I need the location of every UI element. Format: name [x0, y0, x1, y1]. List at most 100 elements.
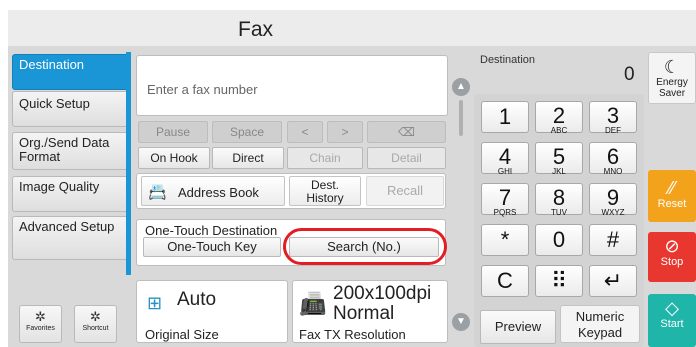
key-letters: MNO: [603, 167, 623, 176]
tab-label: Advanced Setup: [19, 219, 115, 234]
key-clear[interactable]: C: [481, 265, 529, 297]
fax-machine-icon: 📠: [299, 291, 327, 316]
key-digit: *: [500, 227, 510, 252]
start-icon: ◇: [665, 298, 679, 318]
original-size-button[interactable]: ⊞ Auto Original Size: [136, 280, 288, 343]
key-letters: JKL: [552, 167, 566, 176]
key-6[interactable]: 6 MNO: [589, 142, 637, 176]
tab-image-quality[interactable]: Image Quality: [12, 176, 130, 212]
key-2[interactable]: 2 ABC: [535, 101, 583, 135]
key-digit: C: [497, 268, 513, 293]
key-enter[interactable]: ↵: [589, 265, 637, 297]
highlight-ring: [283, 228, 447, 265]
dest-history-button[interactable]: Dest. History: [289, 176, 361, 206]
space-button[interactable]: Space: [212, 121, 282, 143]
shortcut-button[interactable]: ✲ Shortcut: [74, 305, 117, 343]
tab-label: Destination: [19, 57, 85, 72]
key-letters: PQRS: [493, 208, 517, 217]
shortcut-label: Shortcut: [82, 325, 109, 332]
tab-active-indicator: [126, 52, 131, 275]
address-book-icon: 📇: [148, 184, 167, 201]
dest-history-label-1: Dest.: [310, 178, 339, 192]
key-star[interactable]: *: [481, 224, 529, 256]
energy-saver-button[interactable]: ☾ Energy Saver: [648, 52, 696, 104]
key-hash[interactable]: #: [589, 224, 637, 256]
key-digit: 2: [552, 103, 566, 128]
stop-button[interactable]: ⊘ Stop: [648, 232, 696, 282]
key-digit: 0: [552, 227, 566, 252]
numeric-keypad-button[interactable]: Numeric Keypad: [560, 305, 640, 343]
direct-button[interactable]: Direct: [212, 147, 284, 169]
address-book-button[interactable]: 📇 Address Book: [141, 176, 285, 206]
stop-icon: ⊘: [664, 236, 680, 256]
on-hook-button[interactable]: On Hook: [138, 147, 210, 169]
original-size-label: Original Size: [145, 327, 219, 342]
resolution-value: 200x100dpi: [333, 283, 432, 304]
gear-icon: ✲: [35, 309, 46, 324]
key-8[interactable]: 8 TUV: [535, 183, 583, 217]
pause-button[interactable]: Pause: [138, 121, 208, 143]
key-letters: DEF: [605, 126, 621, 135]
reset-label: Reset: [657, 198, 687, 210]
one-touch-key-button[interactable]: One-Touch Key: [143, 237, 281, 257]
key-5[interactable]: 5 JKL: [535, 142, 583, 176]
tab-label: Org./Send Data Format: [19, 135, 110, 164]
key-digit: 6: [606, 144, 620, 169]
energy-label-2: Saver: [658, 88, 686, 99]
tab-quick-setup[interactable]: Quick Setup: [12, 91, 130, 127]
key-digit: #: [606, 227, 620, 252]
cursor-right-button[interactable]: >: [327, 121, 363, 143]
numeric-label-1: Numeric: [575, 309, 625, 324]
key-digit: 5: [552, 144, 566, 169]
destination-label: Destination: [480, 54, 536, 66]
scrollbar-thumb[interactable]: [459, 100, 463, 136]
key-7[interactable]: 7 PQRS: [481, 183, 529, 217]
reset-button[interactable]: ⁄⁄ Reset: [648, 170, 696, 222]
key-0[interactable]: 0: [535, 224, 583, 256]
tab-label: Quick Setup: [19, 96, 90, 111]
one-touch-label: One-Touch Destination: [145, 223, 278, 238]
backspace-button[interactable]: ⌫: [367, 121, 446, 143]
destination-count: 0: [624, 64, 635, 85]
chain-button[interactable]: Chain: [287, 147, 363, 169]
fax-tx-resolution-button[interactable]: 📠 200x100dpi Normal Fax TX Resolution: [292, 280, 448, 343]
key-digit: 3: [606, 103, 620, 128]
key-letters: TUV: [551, 208, 567, 217]
scroll-down-icon[interactable]: ▼: [452, 313, 470, 331]
page-title: Fax: [238, 18, 274, 41]
tab-destination[interactable]: Destination: [12, 54, 130, 90]
favorites-label: Favorites: [26, 325, 55, 332]
key-digit: 7: [498, 185, 512, 210]
key-digit: 1: [498, 104, 512, 129]
fax-number-input[interactable]: Enter a fax number: [136, 55, 448, 116]
resolution-label: Fax TX Resolution: [299, 327, 406, 342]
stop-label: Stop: [660, 256, 684, 268]
key-4[interactable]: 4 GHI: [481, 142, 529, 176]
tab-advanced-setup[interactable]: Advanced Setup: [12, 216, 130, 260]
original-size-icon: ⊞: [147, 293, 163, 313]
scroll-up-icon[interactable]: ▲: [452, 78, 470, 96]
key-digit: 9: [606, 185, 620, 210]
resolution-mode: Normal: [333, 303, 395, 324]
detail-button[interactable]: Detail: [367, 147, 446, 169]
key-9[interactable]: 9 WXYZ: [589, 183, 637, 217]
energy-label-1: Energy: [656, 77, 688, 88]
favorites-button[interactable]: ✲ Favorites: [19, 305, 62, 343]
tab-org-send-data-format[interactable]: Org./Send Data Format: [12, 132, 130, 170]
preview-button[interactable]: Preview: [480, 310, 556, 344]
key-menu[interactable]: ⠿: [535, 265, 583, 297]
start-button[interactable]: ◇ Start: [648, 294, 696, 347]
key-3[interactable]: 3 DEF: [589, 101, 637, 135]
key-1[interactable]: 1: [481, 101, 529, 133]
address-book-label: Address Book: [178, 185, 259, 200]
dest-history-label-2: History: [306, 191, 344, 205]
reset-icon: ⁄⁄: [668, 178, 675, 198]
key-letters: GHI: [497, 167, 513, 176]
fax-input-placeholder: Enter a fax number: [147, 82, 258, 97]
tab-label: Image Quality: [19, 179, 100, 194]
title-bar: Fax: [8, 10, 696, 46]
cursor-left-button[interactable]: <: [287, 121, 323, 143]
gear-icon: ✲: [90, 309, 101, 324]
recall-button[interactable]: Recall: [366, 176, 444, 206]
key-digit: ⠿: [550, 268, 568, 293]
